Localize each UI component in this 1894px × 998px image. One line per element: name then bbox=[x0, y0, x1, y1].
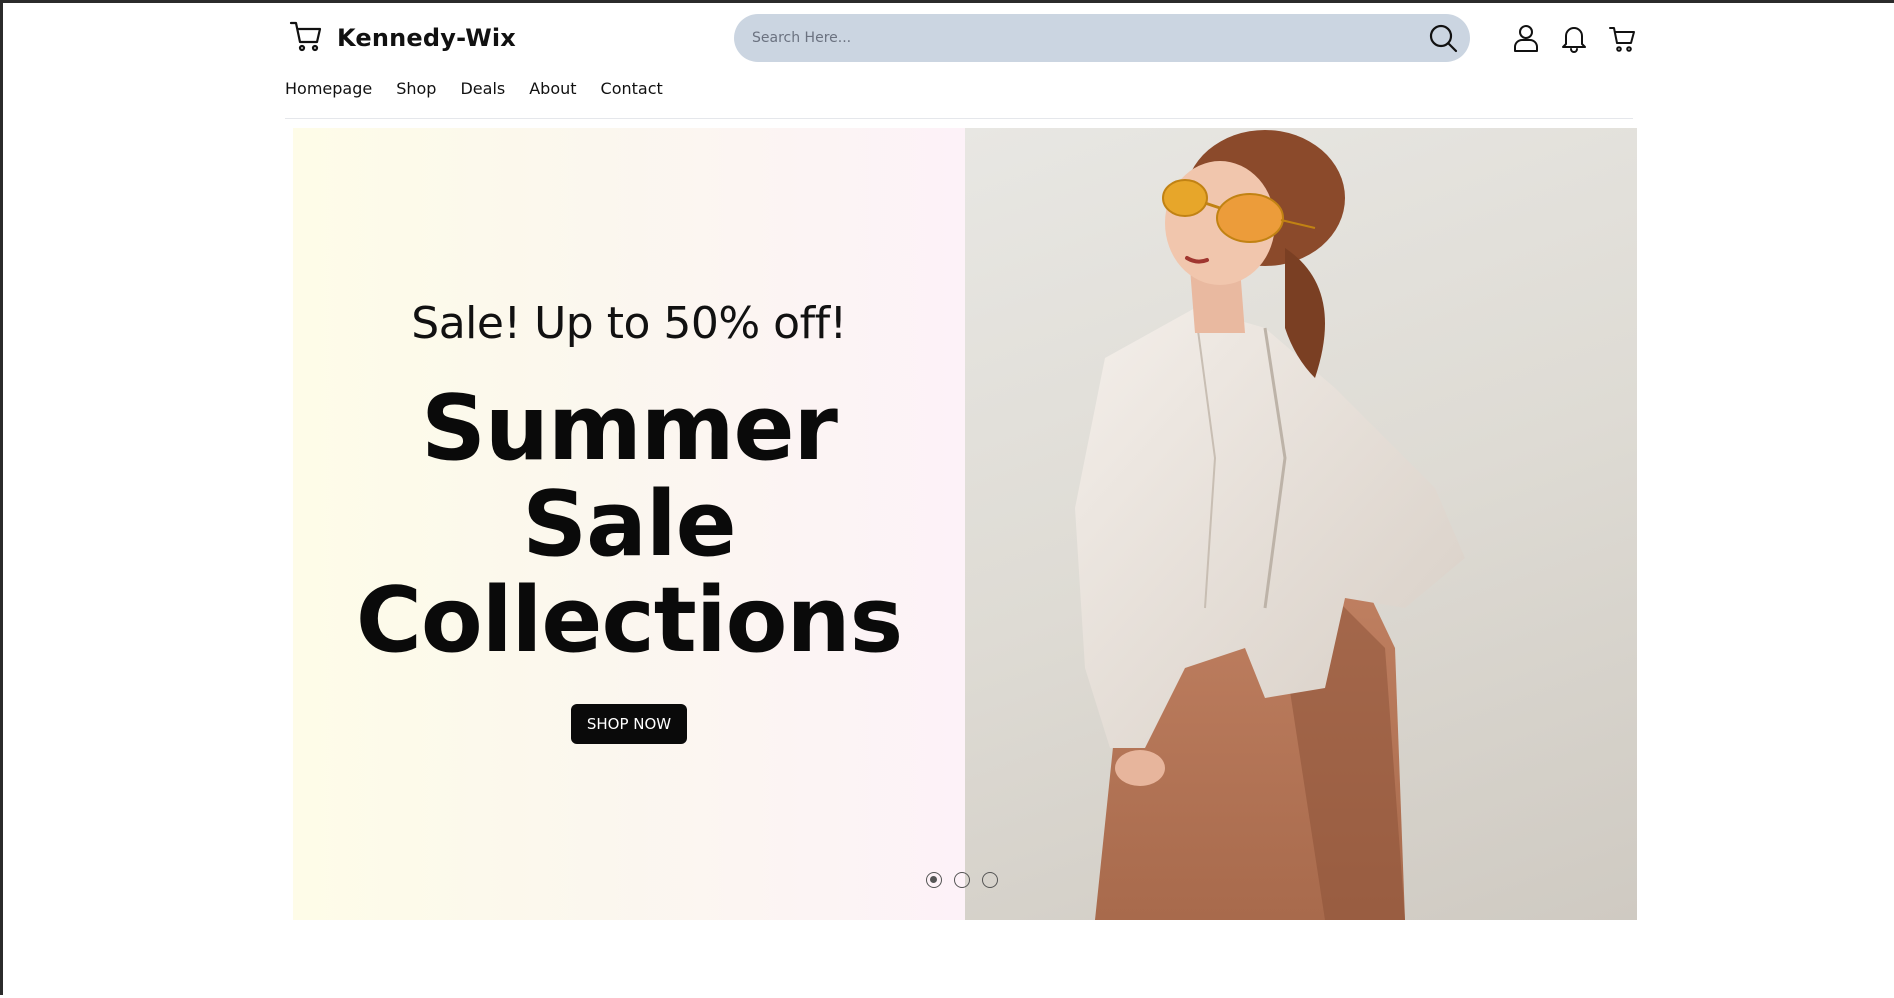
shop-now-button[interactable]: SHOP NOW bbox=[571, 704, 687, 744]
nav-item-shop[interactable]: Shop bbox=[396, 79, 436, 98]
slider-dot[interactable] bbox=[954, 872, 970, 888]
nav-item-homepage[interactable]: Homepage bbox=[285, 79, 372, 98]
hero-headline-line: Sale bbox=[522, 472, 736, 577]
slider-dot[interactable] bbox=[926, 872, 942, 888]
main-nav: Homepage Shop Deals About Contact bbox=[285, 79, 663, 98]
search-bar bbox=[734, 14, 1470, 62]
hero-text-panel: Sale! Up to 50% off! Summer Sale Collect… bbox=[293, 128, 965, 920]
user-icon[interactable] bbox=[1511, 21, 1541, 55]
hero-slider: Sale! Up to 50% off! Summer Sale Collect… bbox=[293, 128, 1637, 920]
search-icon[interactable] bbox=[1428, 23, 1458, 53]
cart-icon[interactable] bbox=[1607, 21, 1637, 55]
hero-headline: Summer Sale Collections bbox=[293, 381, 965, 669]
hero-image bbox=[965, 128, 1637, 920]
search-input[interactable] bbox=[750, 17, 1394, 59]
header-actions bbox=[1511, 21, 1637, 55]
cart-icon bbox=[289, 19, 323, 57]
nav-item-contact[interactable]: Contact bbox=[601, 79, 663, 98]
slider-dot[interactable] bbox=[982, 872, 998, 888]
fashion-model-image bbox=[1075, 130, 1465, 920]
slider-dots bbox=[926, 872, 998, 888]
bell-icon[interactable] bbox=[1559, 21, 1589, 55]
brand-logo[interactable]: Kennedy-Wix bbox=[289, 19, 516, 57]
header-divider bbox=[285, 118, 1633, 119]
hero-kicker: Sale! Up to 50% off! bbox=[411, 298, 847, 349]
hero-headline-line: Summer bbox=[421, 376, 838, 481]
hero-headline-line: Collections bbox=[355, 568, 903, 673]
nav-item-deals[interactable]: Deals bbox=[460, 79, 505, 98]
brand-name: Kennedy-Wix bbox=[337, 24, 516, 52]
nav-item-about[interactable]: About bbox=[529, 79, 576, 98]
